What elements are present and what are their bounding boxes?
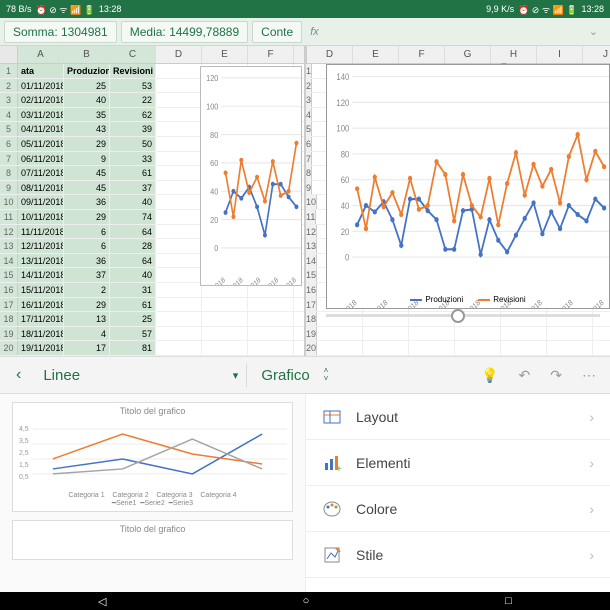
col-header[interactable]: G [445,46,491,63]
elements-icon: + [322,453,342,473]
svg-text:80: 80 [341,149,350,160]
col-header[interactable]: B [64,46,110,63]
svg-text:0: 0 [345,252,350,263]
svg-text:40: 40 [210,187,219,197]
svg-text:0,5: 0,5 [19,474,29,481]
formula-bar[interactable]: fx [310,26,319,38]
svg-text:4,5: 4,5 [19,426,29,433]
time-right: 13:28 [581,4,604,14]
svg-text:20: 20 [341,226,350,237]
chart-legend: Produzioni Revisioni [327,292,609,305]
svg-text:40: 40 [341,200,350,211]
chart-thumbnail[interactable]: Titolo del grafico [12,520,293,560]
svg-text:3,5: 3,5 [19,438,29,445]
option-stile[interactable]: Stile › [306,532,610,578]
chart-thumbnail[interactable]: Titolo del grafico 4,5 3,5 2,5 1,5 0,5 C… [12,402,293,512]
nav-back-icon[interactable]: ◁ [98,595,106,608]
chart-slider-bottom[interactable] [326,314,600,317]
col-header[interactable]: C [110,46,156,63]
col-header[interactable]: D [307,46,353,63]
back-icon[interactable]: ‹ [8,366,29,384]
svg-text:140: 140 [336,71,349,82]
svg-text:100: 100 [206,102,219,112]
chart-small[interactable]: 02040608010012001/11/201803/11/201805/11… [200,66,302,286]
chart-type-dropdown[interactable]: Linee [37,367,86,384]
count-stat[interactable]: Conte [252,21,302,43]
chart-large[interactable]: 02040608010012014011/11/201813/11/201815… [326,64,610,309]
net-speed-left: 78 B/s [6,4,32,14]
bottom-panel: Titolo del grafico 4,5 3,5 2,5 1,5 0,5 C… [0,394,610,592]
svg-text:1,5: 1,5 [19,462,29,469]
svg-text:60: 60 [210,159,219,169]
more-icon[interactable]: ⋯ [576,367,602,384]
chevron-right-icon: › [589,409,594,425]
style-icon [322,545,342,565]
svg-text:01/11/2018: 01/11/2018 [201,276,227,285]
chevron-right-icon: › [589,547,594,563]
svg-text:80: 80 [210,130,219,140]
svg-text:120: 120 [336,97,349,108]
slider-thumb-icon[interactable] [451,309,465,323]
svg-text:20: 20 [210,215,219,225]
dropdown-icon[interactable]: ▾ [233,369,239,382]
palette-icon [322,499,342,519]
android-statusbar: 78 B/s ⏰ ⊘ ᯤ 📶 🔋 13:28 9,9 K/s ⏰ ⊘ ᯤ 📶 🔋… [0,0,610,18]
svg-text:120: 120 [206,74,219,84]
svg-text:2,5: 2,5 [19,450,29,457]
redo-icon[interactable]: ↷ [544,367,568,384]
option-elementi[interactable]: + Elementi › [306,440,610,486]
formula-expand-icon[interactable]: ⌄ [589,25,606,38]
col-header[interactable]: J [583,46,610,63]
chart-options: Layout › + Elementi › Colore › Stile › [305,394,610,592]
right-pane[interactable]: D E F G H I J 12345678910111213141516171… [306,46,610,356]
nav-home-icon[interactable]: ○ [303,595,310,607]
chevron-right-icon: › [589,455,594,471]
status-icons-right: ⏰ ⊘ ᯤ 📶 🔋 [518,3,577,16]
android-navbar: ◁ ○ □ [0,592,610,610]
chart-thumbnails[interactable]: Titolo del grafico 4,5 3,5 2,5 1,5 0,5 C… [0,394,305,592]
sum-stat[interactable]: Somma: 1304981 [4,21,117,43]
col-header[interactable]: D [156,46,202,63]
undo-icon[interactable]: ↶ [513,367,537,384]
grafico-label[interactable]: Grafico [255,367,315,384]
svg-text:+: + [336,464,342,473]
reorder-icon[interactable]: ˄˅ [324,367,329,383]
lightbulb-icon[interactable]: 💡 [475,367,504,384]
option-layout[interactable]: Layout › [306,394,610,440]
left-pane[interactable]: A B C D E F 1ataProduzionRevisioni201/11… [0,46,306,356]
spreadsheet-split: A B C D E F 1ataProduzionRevisioni201/11… [0,46,610,356]
stats-bar: Somma: 1304981 Media: 14499,78889 Conte … [0,18,610,46]
col-header[interactable]: I [537,46,583,63]
nav-recent-icon[interactable]: □ [505,595,512,607]
layout-icon [322,407,342,427]
svg-text:60: 60 [341,175,350,186]
option-colore[interactable]: Colore › [306,486,610,532]
col-header[interactable]: A [18,46,64,63]
svg-text:100: 100 [336,123,349,134]
col-header[interactable]: F [399,46,445,63]
col-header[interactable]: E [202,46,248,63]
select-all-corner[interactable] [0,46,18,63]
avg-stat[interactable]: Media: 14499,78889 [121,21,248,43]
col-header[interactable]: H [491,46,537,63]
net-speed-right: 9,9 K/s [486,4,514,14]
status-icons-left: ⏰ ⊘ ᯤ 📶 🔋 [36,3,95,16]
col-header[interactable]: E [353,46,399,63]
chevron-right-icon: › [589,501,594,517]
chart-toolbar: ‹ Linee ▾ Grafico ˄˅ 💡 ↶ ↷ ⋯ [0,356,610,394]
svg-text:0: 0 [214,244,219,254]
time-left: 13:28 [99,4,122,14]
col-header[interactable]: F [248,46,294,63]
